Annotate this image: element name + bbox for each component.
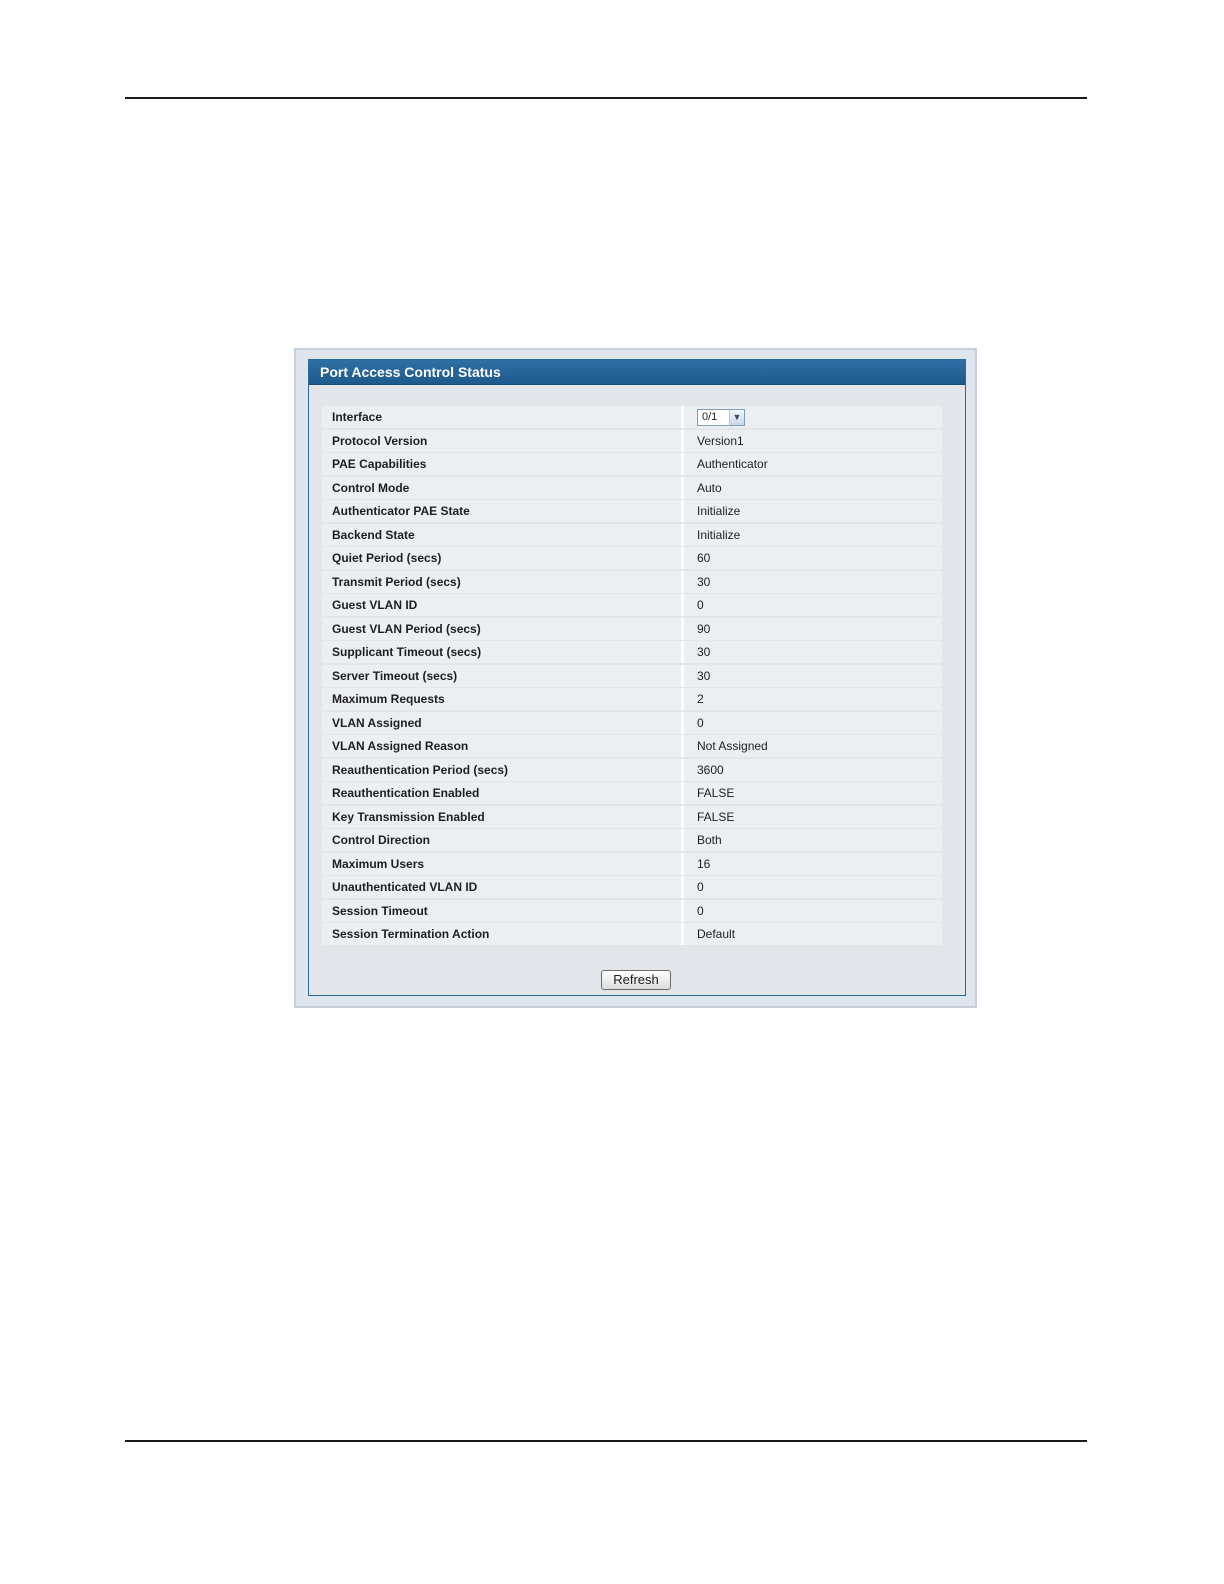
table-row: Unauthenticated VLAN ID 0	[322, 876, 942, 898]
row-label: Control Mode	[322, 476, 684, 499]
table-row: Transmit Period (secs) 30	[322, 570, 942, 593]
table-row: Guest VLAN Period (secs) 90	[322, 617, 942, 640]
row-label: Server Timeout (secs)	[322, 664, 684, 687]
table-row: Guest VLAN ID 0	[322, 594, 942, 616]
table-row: Protocol Version Version1	[322, 429, 942, 452]
status-table: Interface 0/1 ▼ Protocol Version Version…	[322, 406, 942, 947]
row-value: 0	[684, 711, 942, 734]
table-row: Control Direction Both	[322, 829, 942, 851]
row-label: Transmit Period (secs)	[322, 570, 684, 593]
row-label: VLAN Assigned Reason	[322, 735, 684, 757]
table-row: Maximum Requests 2	[322, 688, 942, 710]
row-value: Not Assigned	[684, 735, 942, 757]
row-label: Protocol Version	[322, 429, 684, 452]
row-label: Key Transmission Enabled	[322, 805, 684, 828]
row-value: 0	[684, 899, 942, 922]
row-label: Supplicant Timeout (secs)	[322, 641, 684, 663]
row-label: Control Direction	[322, 829, 684, 851]
row-label: Guest VLAN ID	[322, 594, 684, 616]
table-row: Control Mode Auto	[322, 476, 942, 499]
row-label: Session Timeout	[322, 899, 684, 922]
footer-rule	[125, 1440, 1087, 1442]
row-label: Authenticator PAE State	[322, 500, 684, 522]
panel-title: Port Access Control Status	[309, 360, 965, 385]
row-value: Initialize	[684, 523, 942, 546]
table-row: Authenticator PAE State Initialize	[322, 500, 942, 522]
header-rule	[125, 97, 1087, 99]
row-label: PAE Capabilities	[322, 453, 684, 475]
table-row: Backend State Initialize	[322, 523, 942, 546]
row-value: 0	[684, 594, 942, 616]
table-row: Supplicant Timeout (secs) 30	[322, 641, 942, 663]
row-value: Authenticator	[684, 453, 942, 475]
table-row: Quiet Period (secs) 60	[322, 547, 942, 569]
row-label: Unauthenticated VLAN ID	[322, 876, 684, 898]
row-value: FALSE	[684, 805, 942, 828]
row-value: Both	[684, 829, 942, 851]
interface-selected-value: 0/1	[702, 411, 718, 423]
port-access-control-status-panel: Port Access Control Status Interface 0/1…	[308, 359, 966, 996]
table-row: Reauthentication Enabled FALSE	[322, 782, 942, 804]
row-label: Quiet Period (secs)	[322, 547, 684, 569]
row-value: 30	[684, 641, 942, 663]
table-row: VLAN Assigned Reason Not Assigned	[322, 735, 942, 757]
row-label: Reauthentication Enabled	[322, 782, 684, 804]
row-label: VLAN Assigned	[322, 711, 684, 734]
row-label: Maximum Users	[322, 852, 684, 875]
row-label: Reauthentication Period (secs)	[322, 758, 684, 781]
row-value: 0	[684, 876, 942, 898]
refresh-button[interactable]: Refresh	[601, 970, 671, 990]
row-label: Interface	[322, 406, 684, 428]
row-value: Initialize	[684, 500, 942, 522]
row-label: Maximum Requests	[322, 688, 684, 710]
interface-select[interactable]: 0/1 ▼	[697, 409, 745, 426]
table-row: PAE Capabilities Authenticator	[322, 453, 942, 475]
row-value: 30	[684, 664, 942, 687]
row-label: Backend State	[322, 523, 684, 546]
table-row: Session Termination Action Default	[322, 923, 942, 945]
row-value: 60	[684, 547, 942, 569]
row-label: Session Termination Action	[322, 923, 684, 945]
table-row: Server Timeout (secs) 30	[322, 664, 942, 687]
row-value: 16	[684, 852, 942, 875]
table-row: Session Timeout 0	[322, 899, 942, 922]
table-row: Key Transmission Enabled FALSE	[322, 805, 942, 828]
row-value: 3600	[684, 758, 942, 781]
screenshot-frame: Port Access Control Status Interface 0/1…	[294, 348, 977, 1008]
row-value: 30	[684, 570, 942, 593]
row-value: Version1	[684, 429, 942, 452]
row-value: Default	[684, 923, 942, 945]
table-row: Maximum Users 16	[322, 852, 942, 875]
row-value: Auto	[684, 476, 942, 499]
row-value: 90	[684, 617, 942, 640]
row-value: FALSE	[684, 782, 942, 804]
row-value: 0/1 ▼	[684, 406, 942, 428]
table-row-interface: Interface 0/1 ▼	[322, 406, 942, 428]
table-row: Reauthentication Period (secs) 3600	[322, 758, 942, 781]
row-value: 2	[684, 688, 942, 710]
table-row: VLAN Assigned 0	[322, 711, 942, 734]
row-label: Guest VLAN Period (secs)	[322, 617, 684, 640]
chevron-down-icon[interactable]: ▼	[729, 410, 744, 425]
